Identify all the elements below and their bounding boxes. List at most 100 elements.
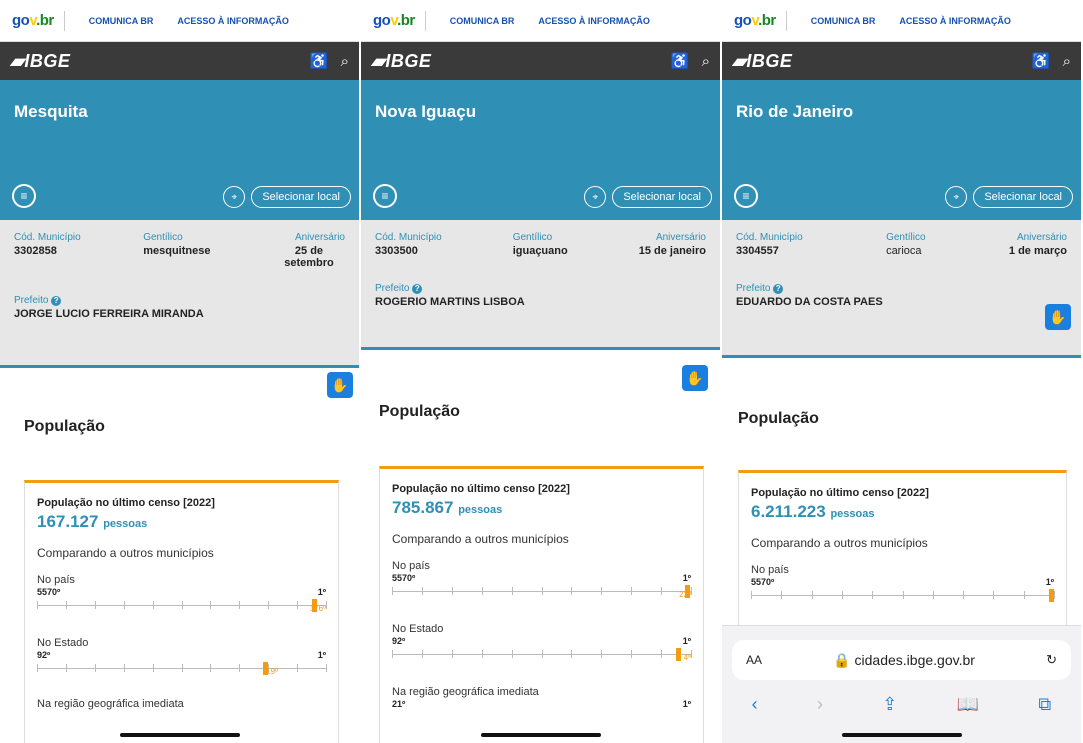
track-tick bbox=[841, 591, 843, 599]
track-tick bbox=[326, 601, 327, 609]
search-icon[interactable]: ⌕ bbox=[702, 53, 710, 70]
acesso-informacao-link[interactable]: ACESSO À INFORMAÇÃO bbox=[899, 16, 1011, 26]
comunica-br-link[interactable]: COMUNICA BR bbox=[811, 16, 876, 26]
city-name: Nova Iguaçu bbox=[375, 102, 477, 121]
city-hero: Nova Iguaçu ≡ ⌖ Selecionar local bbox=[361, 80, 720, 220]
lock-icon: 🔒 bbox=[833, 651, 851, 668]
back-icon[interactable]: ‹ bbox=[752, 694, 758, 715]
menu-button[interactable]: ≡ bbox=[12, 184, 36, 208]
track-tick bbox=[94, 664, 96, 672]
accessibility-icon[interactable]: ♿ bbox=[671, 52, 690, 70]
track-tick bbox=[541, 587, 543, 595]
select-location-button[interactable]: Selecionar local bbox=[612, 186, 712, 208]
share-icon[interactable]: ⇪ bbox=[882, 694, 897, 715]
track-tick bbox=[152, 664, 154, 672]
divider bbox=[424, 10, 426, 31]
city-info: Cód. Município 3302858 Gentílico mesquitne… bbox=[0, 220, 359, 368]
comunica-br-link[interactable]: COMUNICA BR bbox=[450, 16, 515, 26]
govbr-bar: gov.br COMUNICA BR ACESSO À INFORMAÇÃO bbox=[0, 0, 359, 42]
track-tick bbox=[631, 650, 633, 658]
search-icon[interactable]: ⌕ bbox=[1063, 53, 1071, 70]
track-tick bbox=[571, 650, 573, 658]
track-tick bbox=[297, 601, 299, 609]
libras-icon[interactable]: ✋ bbox=[327, 372, 353, 398]
track-tick bbox=[631, 587, 633, 595]
track-tick bbox=[326, 664, 327, 672]
track-tick bbox=[65, 601, 67, 609]
govbr-logo[interactable]: gov.br bbox=[734, 12, 776, 29]
track-tick bbox=[239, 664, 241, 672]
aniversario: Aniversário 15 de janeiro bbox=[638, 232, 706, 257]
divider bbox=[63, 10, 65, 31]
track-tick bbox=[94, 601, 96, 609]
track-tick bbox=[481, 650, 483, 658]
forward-icon[interactable]: › bbox=[817, 694, 823, 715]
govbr-logo[interactable]: gov.br bbox=[12, 12, 54, 29]
track-tick bbox=[781, 591, 783, 599]
track-tick bbox=[751, 591, 752, 599]
population-card: População no último censo [2022] 167.127… bbox=[24, 480, 339, 743]
help-icon[interactable]: ? bbox=[412, 284, 423, 294]
location-pin-icon[interactable]: ⌖ bbox=[945, 186, 968, 208]
population-value: 6.211.223 pessoas bbox=[751, 502, 875, 521]
ibge-header: ▰IBGE ♿ ⌕ bbox=[0, 42, 359, 80]
ibge-header: ▰IBGE ♿ ⌕ bbox=[722, 42, 1081, 80]
track-tick bbox=[268, 601, 270, 609]
location-pin-icon[interactable]: ⌖ bbox=[223, 186, 246, 208]
cod-municipio: Cód. Município 3304557 bbox=[736, 232, 803, 257]
track-tick bbox=[37, 664, 38, 672]
ibge-logo[interactable]: ▰IBGE bbox=[732, 51, 792, 72]
comunica-br-link[interactable]: COMUNICA BR bbox=[89, 16, 154, 26]
aniversario: Aniversário 25 de setembro bbox=[284, 232, 345, 269]
track-tick bbox=[902, 591, 904, 599]
city-name: Rio de Janeiro bbox=[736, 102, 854, 121]
ibge-logo[interactable]: ▰IBGE bbox=[371, 51, 431, 72]
acesso-informacao-link[interactable]: ACESSO À INFORMAÇÃO bbox=[177, 16, 289, 26]
track-tick bbox=[661, 587, 663, 595]
accessibility-icon[interactable]: ♿ bbox=[310, 52, 329, 70]
track-tick bbox=[152, 601, 154, 609]
track-tick bbox=[811, 591, 813, 599]
bookmarks-icon[interactable]: 📖 bbox=[957, 694, 979, 715]
track-tick bbox=[511, 650, 513, 658]
phone-panel-mesquita: gov.br COMUNICA BR ACESSO À INFORMAÇÃO ▰… bbox=[0, 0, 361, 743]
track-tick bbox=[451, 650, 453, 658]
phone-panel-rio: gov.br COMUNICA BR ACESSO À INFORMAÇÃO ▰… bbox=[722, 0, 1083, 743]
track-tick bbox=[210, 664, 212, 672]
libras-icon[interactable]: ✋ bbox=[1045, 304, 1071, 330]
home-indicator bbox=[480, 733, 601, 737]
acesso-informacao-link[interactable]: ACESSO À INFORMAÇÃO bbox=[538, 16, 650, 26]
card-title: População no último censo [2022] bbox=[37, 497, 215, 509]
govbr-logo[interactable]: gov.br bbox=[373, 12, 415, 29]
rank-regiao: Na região geográfica imediata 21º 1º bbox=[392, 686, 691, 709]
help-icon[interactable]: ? bbox=[51, 296, 62, 306]
phone-panel-nova-iguacu: gov.br COMUNICA BR ACESSO À INFORMAÇÃO ▰… bbox=[361, 0, 722, 743]
select-location-button[interactable]: Selecionar local bbox=[973, 186, 1073, 208]
track-tick bbox=[541, 650, 543, 658]
tabs-icon[interactable]: ⧉ bbox=[1038, 694, 1051, 715]
divider bbox=[785, 10, 787, 31]
home-indicator bbox=[841, 733, 962, 737]
card-title: População no último censo [2022] bbox=[392, 483, 570, 495]
search-icon[interactable]: ⌕ bbox=[341, 53, 349, 70]
track-tick bbox=[37, 601, 38, 609]
menu-button[interactable]: ≡ bbox=[734, 184, 758, 208]
ibge-logo[interactable]: ▰IBGE bbox=[10, 51, 70, 72]
location-pin-icon[interactable]: ⌖ bbox=[584, 186, 607, 208]
select-location-button[interactable]: Selecionar local bbox=[251, 186, 351, 208]
track-tick bbox=[601, 587, 603, 595]
rank-estado: No Estado 92º 1º 19º bbox=[37, 637, 327, 676]
track-tick bbox=[392, 650, 393, 658]
city-name: Mesquita bbox=[14, 102, 88, 121]
help-icon[interactable]: ? bbox=[773, 284, 784, 294]
address-bar[interactable]: AA 🔒 cidades.ibge.gov.br ↻ bbox=[732, 640, 1071, 680]
track-tick bbox=[239, 601, 241, 609]
track-tick bbox=[392, 587, 393, 595]
reload-icon[interactable]: ↻ bbox=[1046, 652, 1057, 668]
track-tick bbox=[451, 587, 453, 595]
section-title: População bbox=[24, 418, 105, 435]
accessibility-icon[interactable]: ♿ bbox=[1032, 52, 1051, 70]
libras-icon[interactable]: ✋ bbox=[682, 365, 708, 391]
text-size-button[interactable]: AA bbox=[746, 653, 762, 667]
menu-button[interactable]: ≡ bbox=[373, 184, 397, 208]
